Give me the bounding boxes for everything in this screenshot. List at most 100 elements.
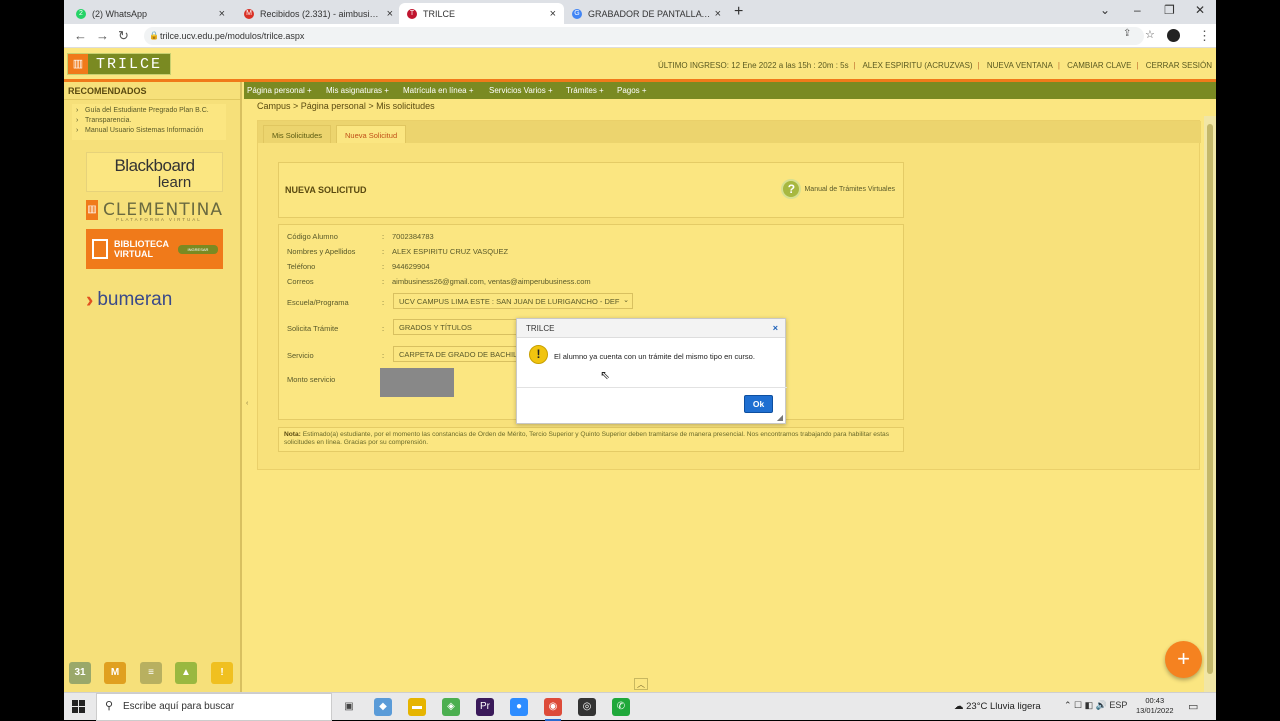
bumeran-banner[interactable]: › bumeran [86, 287, 223, 313]
premiere-icon[interactable]: Pr [476, 698, 494, 716]
app-icon[interactable]: ◆ [374, 698, 392, 716]
weather-widget[interactable]: ☁ 23°C Lluvia ligera [954, 701, 1041, 712]
menu-servicios-varios[interactable]: Servicios Varios + [489, 86, 553, 95]
new-tab-button[interactable]: + [734, 3, 743, 21]
tab-search-icon[interactable]: ⌄ [1100, 3, 1110, 17]
close-tab-icon[interactable]: × [219, 8, 225, 20]
resize-grip-icon[interactable]: ◢ [777, 413, 783, 422]
zoom-icon[interactable]: ● [510, 698, 528, 716]
tab-gmail[interactable]: M Recibidos (2.331) - aimbusiness26@gm..… [236, 3, 401, 24]
biblioteca-virtual-banner[interactable]: BIBLIOTECA VIRTUAL INGRESAR [86, 229, 223, 269]
url-input[interactable]: 🔒 trilce.ucv.edu.pe/modulos/trilce.aspx [144, 27, 1144, 45]
phone-app-icon[interactable]: ✆ [612, 698, 630, 716]
biblioteca-ingresar-button[interactable]: INGRESAR [178, 245, 218, 254]
tab-google[interactable]: G GRABADOR DE PANTALLA PARA PC - ... × [564, 3, 729, 24]
menu-pagos[interactable]: Pagos + [617, 86, 647, 95]
field-colon: : [382, 324, 385, 333]
scrollbar-thumb[interactable] [1207, 124, 1213, 674]
profile-avatar[interactable] [1167, 29, 1180, 42]
app-icon[interactable]: ◈ [442, 698, 460, 716]
tab-trilce[interactable]: T TRILCE × [399, 3, 564, 24]
title-box: NUEVA SOLICITUD ? Manual de Trámites Vir… [278, 162, 904, 218]
help-icon: ? [781, 179, 802, 199]
tramite-select[interactable]: GRADOS Y TÍTULOS [393, 319, 517, 335]
menu-mis-asignaturas[interactable]: Mis asignaturas + [326, 86, 389, 95]
dialog-message: El alumno ya cuenta con un trámite del m… [554, 352, 755, 361]
dialog-title: TRILCE [517, 319, 785, 338]
obs-icon[interactable]: ◎ [578, 698, 596, 716]
escuela-select[interactable]: UCV CAMPUS LIMA ESTE : SAN JUAN DE LURIG… [393, 293, 633, 309]
close-tab-icon[interactable]: × [387, 8, 393, 20]
manual-tramites-link[interactable]: ? Manual de Trámites Virtuales [781, 179, 895, 199]
language-indicator[interactable]: ESP [1109, 700, 1127, 710]
reload-icon[interactable]: ↻ [118, 28, 129, 44]
servicio-select[interactable]: CARPETA DE GRADO DE BACHILLER [393, 346, 517, 362]
logout-link[interactable]: CERRAR SESIÓN [1146, 61, 1212, 70]
content-tabs: Mis Solicitudes Nueva Solicitud [258, 121, 1201, 143]
lock-icon: 🔒 [149, 31, 159, 40]
change-password-link[interactable]: CAMBIAR CLAVE [1067, 61, 1131, 70]
field-label: Código Alumno [287, 232, 338, 241]
dialog-close-button[interactable]: × [773, 323, 778, 333]
new-window-link[interactable]: NUEVA VENTANA [987, 61, 1053, 70]
chrome-icon[interactable]: ◉ [544, 698, 562, 721]
share-icon[interactable]: ⇪ [1123, 28, 1131, 39]
docs-icon[interactable]: ≡ [140, 662, 162, 684]
forward-icon[interactable]: → [96, 28, 109, 43]
menu-kebab-icon[interactable]: ⋮ [1198, 28, 1211, 44]
note-box: Nota: Estimado(a) estudiante, por el mom… [278, 427, 904, 452]
taskbar-search-input[interactable]: ⚲ Escribe aquí para buscar [96, 693, 332, 721]
trilce-logo[interactable]: ▥ TRILCE [67, 53, 171, 75]
tab-title: GRABADOR DE PANTALLA PARA PC - ... [588, 8, 711, 19]
close-tab-icon[interactable]: × [715, 8, 721, 20]
tab-nueva-solicitud[interactable]: Nueva Solicitud [336, 125, 407, 143]
back-icon[interactable]: ← [74, 28, 87, 43]
learn-text: learn [157, 174, 192, 191]
calendar-icon[interactable]: 31 [69, 662, 91, 684]
tab-whatsapp[interactable]: 2 (2) WhatsApp × [68, 3, 233, 24]
notifications-icon[interactable]: ▭ [1188, 700, 1198, 713]
link-user-manual[interactable]: Manual Usuario Sistemas Información [72, 126, 226, 136]
close-tab-icon[interactable]: × [550, 8, 556, 20]
page-scrollbar[interactable] [1204, 116, 1216, 692]
taskbar-clock[interactable]: 00:43 13/01/2022 [1136, 696, 1174, 716]
trilce-icon: T [407, 8, 417, 19]
tab-title: Recibidos (2.331) - aimbusiness26@gm... [260, 8, 383, 19]
windows-taskbar: ⚲ Escribe aquí para buscar ▣ ◆ ▬ ◈ Pr ● … [64, 692, 1216, 721]
file-explorer-icon[interactable]: ▬ [408, 698, 426, 716]
ok-button[interactable]: Ok [744, 395, 773, 413]
tab-mis-solicitudes[interactable]: Mis Solicitudes [263, 125, 332, 143]
screen: 2 (2) WhatsApp × M Recibidos (2.331) - a… [64, 0, 1216, 692]
recommended-links: Guía del Estudiante Pregrado Plan B.C. T… [72, 104, 226, 140]
system-tray[interactable]: ⌃ ☐ ◧ 🔊 ESP [1064, 700, 1127, 711]
book-icon [92, 239, 108, 259]
field-label: Nombres y Apellidos [287, 247, 356, 256]
clock-time: 00:43 [1145, 696, 1165, 705]
scroll-to-top-icon[interactable]: ︿ [634, 678, 648, 690]
windows-start-icon[interactable] [72, 700, 86, 714]
field-colon: : [382, 262, 385, 271]
clementina-banner[interactable]: ▥ CLEMENTINA PLATAFORMA VIRTUAL [86, 198, 223, 222]
field-colon: : [382, 298, 385, 307]
menu-tramites[interactable]: Trámites + [566, 86, 604, 95]
bookmark-star-icon[interactable]: ☆ [1145, 28, 1155, 41]
add-fab-button[interactable]: + [1165, 641, 1202, 678]
bumeran-logo-icon: › [86, 287, 94, 312]
tab-title: (2) WhatsApp [92, 8, 148, 19]
blackboard-learn-banner[interactable]: Blackboard learn [86, 152, 223, 192]
link-student-guide[interactable]: Guía del Estudiante Pregrado Plan B.C. [72, 106, 226, 116]
link-transparency[interactable]: Transparencia. [72, 116, 226, 126]
drive-icon[interactable]: ▲ [175, 662, 197, 684]
field-colon: : [382, 247, 385, 256]
menu-matricula[interactable]: Matrícula en línea + [403, 86, 473, 95]
gmail-app-icon[interactable]: M [104, 662, 126, 684]
menu-pagina-personal[interactable]: Página personal + [247, 86, 312, 95]
close-window-icon[interactable]: ✕ [1195, 3, 1205, 17]
maximize-icon[interactable]: ❐ [1164, 3, 1175, 17]
minimize-icon[interactable]: – [1134, 3, 1141, 17]
escuela-selected: UCV CAMPUS LIMA ESTE : SAN JUAN DE LURIG… [399, 297, 620, 306]
keep-icon[interactable]: ! [211, 662, 233, 684]
collapse-sidebar-icon[interactable]: ‹ [246, 400, 248, 407]
task-view-icon[interactable]: ▣ [340, 698, 358, 716]
dialog-divider [517, 387, 787, 388]
